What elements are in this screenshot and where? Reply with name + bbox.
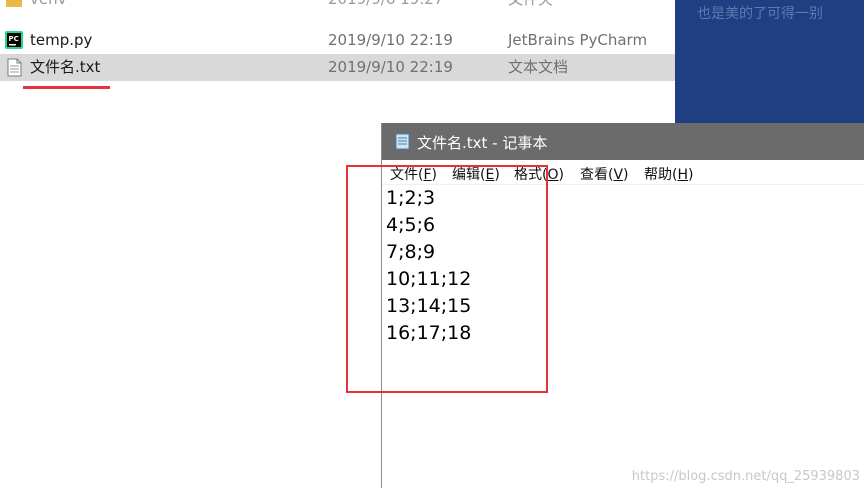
file-name: temp.py xyxy=(30,31,93,49)
menu-label: 帮助 xyxy=(644,167,672,183)
menu-hotkey: V xyxy=(613,167,624,183)
file-type: JetBrains PyCharm xyxy=(508,31,648,49)
desktop-partial-text: 也是美的了可得一别 xyxy=(697,6,823,22)
file-name: 文件名.txt xyxy=(30,58,101,76)
file-row-venv[interactable]: venv 2019/9/6 19:27 文件夹 xyxy=(0,0,675,13)
notepad-icon xyxy=(395,133,410,150)
pycharm-icon: PC xyxy=(5,31,23,49)
file-row-txt-selected[interactable]: 文件名.txt 2019/9/10 22:19 文本文档 xyxy=(0,54,675,81)
menu-help[interactable]: 帮助(H) xyxy=(644,164,693,184)
menu-hotkey: O xyxy=(547,167,559,183)
red-highlight-box xyxy=(346,165,548,393)
svg-text:PC: PC xyxy=(9,35,19,43)
file-type: 文本文档 xyxy=(508,58,569,76)
notepad-titlebar[interactable]: 文件名.txt - 记事本 xyxy=(382,123,864,160)
menu-view[interactable]: 查看(V) xyxy=(580,164,629,184)
file-name: venv xyxy=(30,0,67,9)
menu-hotkey: H xyxy=(677,167,688,183)
file-date: 2019/9/6 19:27 xyxy=(328,0,443,9)
menu-label: 查看 xyxy=(580,167,608,183)
notepad-title: 文件名.txt - 记事本 xyxy=(417,134,548,152)
watermark: https://blog.csdn.net/qq_25939803 xyxy=(631,469,860,484)
file-type: 文件夹 xyxy=(508,0,553,9)
red-underline-annotation xyxy=(23,86,110,89)
file-date: 2019/9/10 22:19 xyxy=(328,31,453,49)
file-row-temp-py[interactable]: PC temp.py 2019/9/10 22:19 JetBrains PyC… xyxy=(0,27,675,54)
folder-icon xyxy=(6,0,22,7)
text-file-icon xyxy=(7,58,22,77)
file-date: 2019/9/10 22:19 xyxy=(328,58,453,76)
